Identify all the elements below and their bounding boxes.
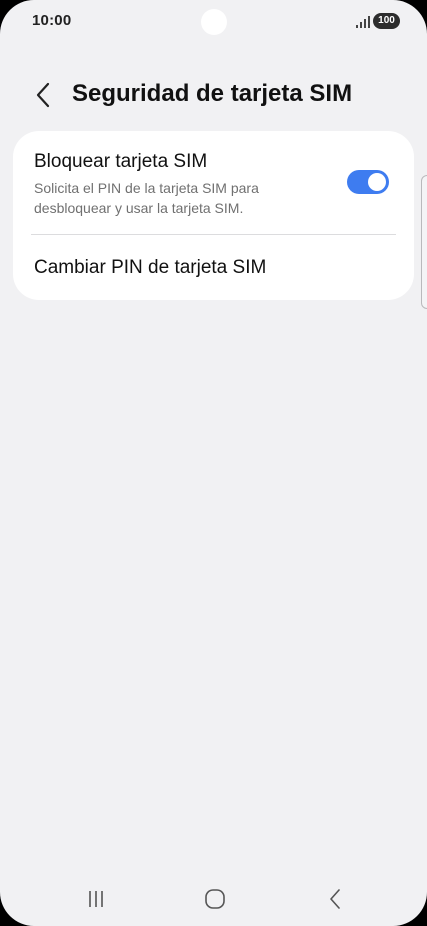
recents-icon bbox=[89, 891, 103, 907]
home-icon bbox=[205, 889, 225, 909]
lock-sim-description: Solicita el PIN de la tarjeta SIM para d… bbox=[34, 180, 259, 216]
nav-back-button[interactable] bbox=[315, 884, 355, 914]
lock-sim-toggle[interactable] bbox=[347, 170, 389, 194]
recents-button[interactable] bbox=[76, 884, 116, 914]
change-pin-label: Cambiar PIN de tarjeta SIM bbox=[34, 257, 267, 278]
page-header: Seguridad de tarjeta SIM bbox=[0, 74, 427, 116]
home-button[interactable] bbox=[195, 884, 235, 914]
front-camera bbox=[201, 9, 227, 35]
chevron-left-icon bbox=[36, 82, 50, 108]
back-icon bbox=[330, 889, 340, 909]
settings-card: Bloquear tarjeta SIM Solicita el PIN de … bbox=[13, 131, 414, 300]
scroll-indicator[interactable] bbox=[421, 175, 427, 309]
page-title: Seguridad de tarjeta SIM bbox=[72, 80, 353, 107]
battery-indicator: 100 bbox=[373, 13, 400, 29]
status-time: 10:00 bbox=[32, 12, 72, 29]
toggle-knob bbox=[368, 173, 386, 191]
back-button[interactable] bbox=[26, 78, 60, 112]
signal-bars-icon bbox=[356, 16, 370, 28]
navigation-bar bbox=[0, 870, 427, 926]
lock-sim-title: Bloquear tarjeta SIM bbox=[34, 151, 208, 172]
status-bar: 10:00 100 bbox=[0, 0, 427, 44]
change-pin-row[interactable]: Cambiar PIN de tarjeta SIM bbox=[13, 235, 414, 300]
lock-sim-row[interactable]: Bloquear tarjeta SIM Solicita el PIN de … bbox=[13, 131, 414, 234]
phone-screen: 10:00 100 Seguridad de tarjeta SIM Bloqu… bbox=[0, 0, 427, 926]
